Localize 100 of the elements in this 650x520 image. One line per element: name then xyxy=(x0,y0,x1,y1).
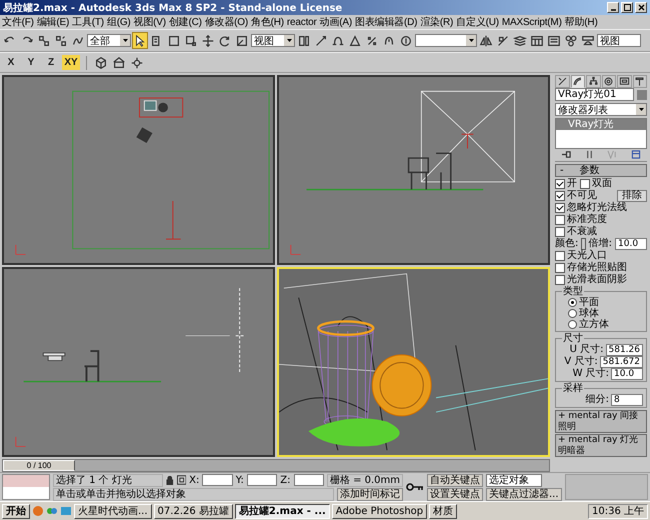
menu-item[interactable]: reactor xyxy=(286,16,317,28)
checkbox-option[interactable]: 天光入口 xyxy=(555,250,647,262)
y-coordinate-field[interactable] xyxy=(246,474,278,486)
menu-item[interactable]: 组(G) xyxy=(106,15,131,29)
value-spinner[interactable]: 8 xyxy=(611,394,643,406)
cube-icon xyxy=(94,56,108,70)
minimize-button[interactable] xyxy=(607,2,619,13)
menu-item[interactable]: 创建(C) xyxy=(168,15,202,29)
value-spinner[interactable]: 581.672 xyxy=(600,356,643,368)
selection-filter-dropdown[interactable]: 全部 xyxy=(87,34,131,47)
checkbox-option[interactable]: 不可见 xyxy=(555,190,597,202)
maximize-button[interactable] xyxy=(621,2,633,13)
rollout-header[interactable]: - 参数 xyxy=(555,164,647,177)
multiplier-spinner[interactable]: 10.0 xyxy=(615,238,647,250)
axis-tripod-icon xyxy=(15,244,26,255)
z-coordinate-field[interactable] xyxy=(294,474,324,486)
checkbox-option[interactable]: 不衰减 xyxy=(555,226,597,238)
modify-tab[interactable] xyxy=(570,75,585,88)
named-selection-icon xyxy=(399,34,413,48)
create-tab[interactable] xyxy=(555,75,570,88)
menu-item[interactable]: 自定义(U) xyxy=(456,15,499,29)
prompt-text: 单击或单击并拖动以选择对象 xyxy=(53,488,334,500)
add-time-tag-button[interactable]: 添加时间标记 xyxy=(337,488,403,500)
radio-option[interactable]: 立方体 xyxy=(562,318,643,330)
x-coordinate-field[interactable] xyxy=(202,474,233,486)
color-swatch[interactable] xyxy=(581,238,586,250)
axis-constraint-button[interactable]: Z xyxy=(42,55,60,70)
auto-key-button[interactable]: 自动关键点 xyxy=(427,474,483,486)
time-slider[interactable]: 0 / 100 xyxy=(2,459,550,472)
menu-item[interactable]: 角色(H) xyxy=(251,15,284,29)
axis-constraint-button[interactable]: Y xyxy=(22,55,40,70)
key-icon[interactable] xyxy=(406,482,424,492)
schematic-icon xyxy=(547,34,561,48)
menu-item[interactable]: MAXScript(M) xyxy=(502,16,562,28)
close-button[interactable] xyxy=(635,2,647,13)
material-editor-icon xyxy=(564,34,578,48)
cube-button[interactable] xyxy=(93,54,109,71)
modifier-list-dropdown[interactable]: 修改器列表 xyxy=(555,103,647,116)
viewport[interactable] xyxy=(2,267,275,457)
menu-item[interactable]: 动画(A) xyxy=(320,15,352,29)
motion-tab[interactable] xyxy=(602,75,616,88)
menu-item[interactable]: 工具(T) xyxy=(72,15,104,29)
render-preset-field[interactable]: 视图 xyxy=(597,34,641,47)
display-tab[interactable] xyxy=(617,75,632,88)
axis-constraint-button[interactable]: XY xyxy=(62,55,80,70)
object-name-field[interactable]: VRay灯光01 xyxy=(555,88,634,101)
layers-icon xyxy=(513,34,527,48)
menu-item[interactable]: 视图(V) xyxy=(134,15,166,29)
multiplier-label: 倍增: xyxy=(588,238,612,250)
utilities-tab[interactable] xyxy=(632,75,647,88)
value-spinner[interactable]: 10.0 xyxy=(611,368,643,380)
value-spinner[interactable]: 581.26 xyxy=(606,344,643,356)
checkbox-option[interactable]: 标准亮度 xyxy=(555,214,607,226)
menu-item[interactable]: 帮助(H) xyxy=(564,15,598,29)
maxscript-listener[interactable] xyxy=(2,474,50,500)
stack-item[interactable]: VRay灯光 xyxy=(556,119,646,130)
key-mode-dropdown[interactable]: 选定对象 xyxy=(486,474,542,486)
checkbox-option[interactable]: 忽略灯光法线 xyxy=(555,202,627,214)
move-button[interactable] xyxy=(200,32,216,49)
taskbar-item[interactable]: Adobe Photoshop xyxy=(332,504,428,518)
show-result-icon[interactable] xyxy=(585,150,594,160)
checkbox-option[interactable]: 光滑表面阴影 xyxy=(555,274,647,286)
hierarchy-tab[interactable] xyxy=(586,75,600,88)
menu-item[interactable]: 图表编辑器(D) xyxy=(355,15,418,29)
object-color-swatch[interactable] xyxy=(637,90,647,100)
caret-icon xyxy=(286,39,292,42)
taskbar-item[interactable]: 07.2.26 易拉罐 xyxy=(154,504,233,518)
taskbar-item[interactable]: 火星时代动画... xyxy=(74,504,152,518)
checkbox-option[interactable]: 开 xyxy=(555,178,577,190)
reference-coordinate-dropdown[interactable]: 视图 xyxy=(251,34,295,47)
menu-item[interactable]: 渲染(R) xyxy=(420,15,454,29)
menu-item[interactable]: 文件(F) xyxy=(2,15,34,29)
taskbar-item[interactable]: 材质 xyxy=(429,504,458,518)
utilities-icon xyxy=(634,76,646,87)
taskbar-item[interactable]: 易拉罐2.max - ... xyxy=(234,504,330,518)
checkbox-option[interactable]: 存储光照贴图 xyxy=(555,262,647,274)
time-slider-thumb[interactable]: 0 / 100 xyxy=(3,460,75,471)
hierarchy-icon xyxy=(588,76,599,87)
viewport[interactable] xyxy=(2,75,275,265)
exclude-button[interactable]: 排除 xyxy=(617,190,647,202)
radio-option[interactable]: 球体 xyxy=(562,308,643,319)
radio-option[interactable]: 平面 xyxy=(562,296,643,308)
x-label: X: xyxy=(189,474,200,486)
menu-item[interactable]: 编辑(E) xyxy=(36,15,70,29)
checkbox-option[interactable]: 双面 xyxy=(580,178,612,190)
start-button[interactable]: 开始 xyxy=(2,504,30,518)
named-selection-dropdown[interactable] xyxy=(415,34,477,47)
configure-icon[interactable] xyxy=(630,150,641,160)
lock-icon[interactable] xyxy=(166,476,174,484)
house-button[interactable] xyxy=(111,54,127,71)
set-key-button[interactable]: 设置关键点 xyxy=(427,488,483,500)
absolute-mode-icon[interactable] xyxy=(176,475,186,485)
viewport[interactable] xyxy=(277,75,550,265)
pin-icon[interactable] xyxy=(561,150,572,160)
collapse-toggle[interactable]: - xyxy=(560,164,564,176)
menu-item[interactable]: 修改器(O) xyxy=(204,15,248,29)
axis-constraint-button[interactable]: X xyxy=(2,55,20,70)
key-filters-button[interactable]: 关键点过滤器... xyxy=(486,488,562,500)
group-title: 尺寸 xyxy=(562,332,584,344)
select-object-button[interactable] xyxy=(132,32,148,49)
